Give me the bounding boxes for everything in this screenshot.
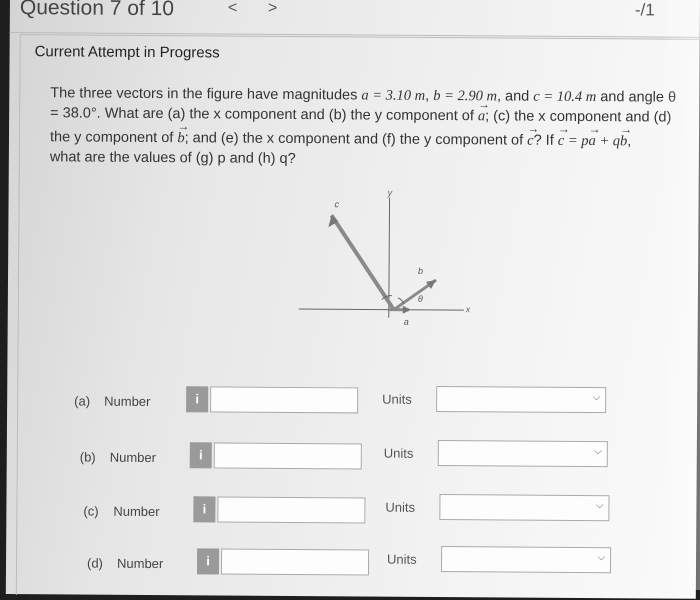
x-axis-label: x xyxy=(465,304,471,314)
units-select-b[interactable]: ⌵ xyxy=(438,440,608,467)
problem-text: ; and (e) the x component and (f) the y … xyxy=(185,130,528,148)
angle-arc xyxy=(398,298,404,304)
part-label: (d) xyxy=(87,556,103,571)
answer-row-a: (a) Number i Units ⌵ xyxy=(18,381,700,426)
units-select-c[interactable]: ⌵ xyxy=(439,494,609,521)
part-label: (b) xyxy=(80,449,96,464)
magnitude-c: c = 10.4 m xyxy=(533,89,596,105)
answer-row-d: (d) Number i Units ⌵ xyxy=(17,541,700,586)
info-button[interactable]: i xyxy=(190,442,212,468)
number-label: Number xyxy=(113,504,159,519)
info-button[interactable]: i xyxy=(197,548,219,574)
problem-text: ; (c) the x component and (d) xyxy=(485,108,671,125)
part-label: (a) xyxy=(74,393,90,408)
chevron-down-icon: ⌵ xyxy=(593,392,601,403)
vector-a-arrowhead xyxy=(403,306,411,314)
number-label: Number xyxy=(110,450,156,465)
vector-a-symbol: a xyxy=(478,106,485,126)
problem-text: , xyxy=(425,88,433,104)
problem-statement: The three vectors in the figure have mag… xyxy=(50,83,700,172)
problem-line-2: = 38.0°. What are (a) the x component an… xyxy=(50,103,700,128)
section-title: Current Attempt in Progress xyxy=(35,43,220,61)
chevron-down-icon: ⌵ xyxy=(596,500,604,511)
theta-label: θ xyxy=(418,294,423,304)
units-label: Units xyxy=(384,446,414,461)
vector-diagram: x y c b a θ xyxy=(294,187,495,338)
info-button[interactable]: i xyxy=(193,496,215,522)
number-input-b[interactable] xyxy=(214,442,362,469)
problem-text: , and xyxy=(497,88,533,104)
units-label: Units xyxy=(382,392,412,407)
number-input-d[interactable] xyxy=(221,548,369,575)
screen: Question 7 of 10 < > -/1 Current Attempt… xyxy=(6,0,700,599)
vector-a-symbol: a xyxy=(588,131,595,151)
vector-a-label: a xyxy=(404,317,409,327)
question-panel: Current Attempt in Progress The three ve… xyxy=(16,34,700,600)
vector-b-symbol: b xyxy=(177,128,184,148)
x-axis xyxy=(299,309,464,310)
score: -/1 xyxy=(635,0,655,20)
answer-row-b: (b) Number i Units ⌵ xyxy=(18,435,700,480)
next-question-icon[interactable]: > xyxy=(268,0,277,18)
info-button[interactable]: i xyxy=(186,386,208,412)
number-label: Number xyxy=(104,394,150,409)
part-label: (c) xyxy=(83,504,98,519)
problem-text: what are the values of (g) p and (h) q? xyxy=(50,149,296,167)
vector-c-symbol: c xyxy=(527,131,534,151)
problem-text: The three vectors in the figure have mag… xyxy=(50,85,361,103)
units-select-a[interactable]: ⌵ xyxy=(436,386,606,413)
problem-text: and angle θ xyxy=(596,89,676,106)
number-label: Number xyxy=(117,556,163,571)
previous-question-icon[interactable]: < xyxy=(228,0,237,18)
question-header: Question 7 of 10 < > -/1 xyxy=(10,0,700,38)
question-counter: Question 7 of 10 xyxy=(20,0,174,21)
chevron-down-icon: ⌵ xyxy=(594,446,602,457)
chevron-down-icon: ⌵ xyxy=(597,552,605,563)
units-label: Units xyxy=(387,552,417,567)
units-select-d[interactable]: ⌵ xyxy=(441,546,611,573)
answer-row-c: (c) Number i Units ⌵ xyxy=(17,489,700,534)
y-axis-label: y xyxy=(387,188,393,198)
vector-b-symbol: b xyxy=(620,131,627,151)
number-input-c[interactable] xyxy=(217,496,365,523)
vector-b-label: b xyxy=(418,266,423,276)
problem-text: the y component of xyxy=(50,129,177,146)
vector-c xyxy=(331,215,395,309)
vector-c-symbol: c xyxy=(558,131,565,151)
vector-c-label: c xyxy=(335,199,340,209)
magnitude-a: a = 3.10 m xyxy=(361,87,425,103)
problem-text: = 38.0°. What are (a) the x component an… xyxy=(50,105,478,124)
units-label: Units xyxy=(385,500,415,515)
number-input-a[interactable] xyxy=(210,386,358,413)
